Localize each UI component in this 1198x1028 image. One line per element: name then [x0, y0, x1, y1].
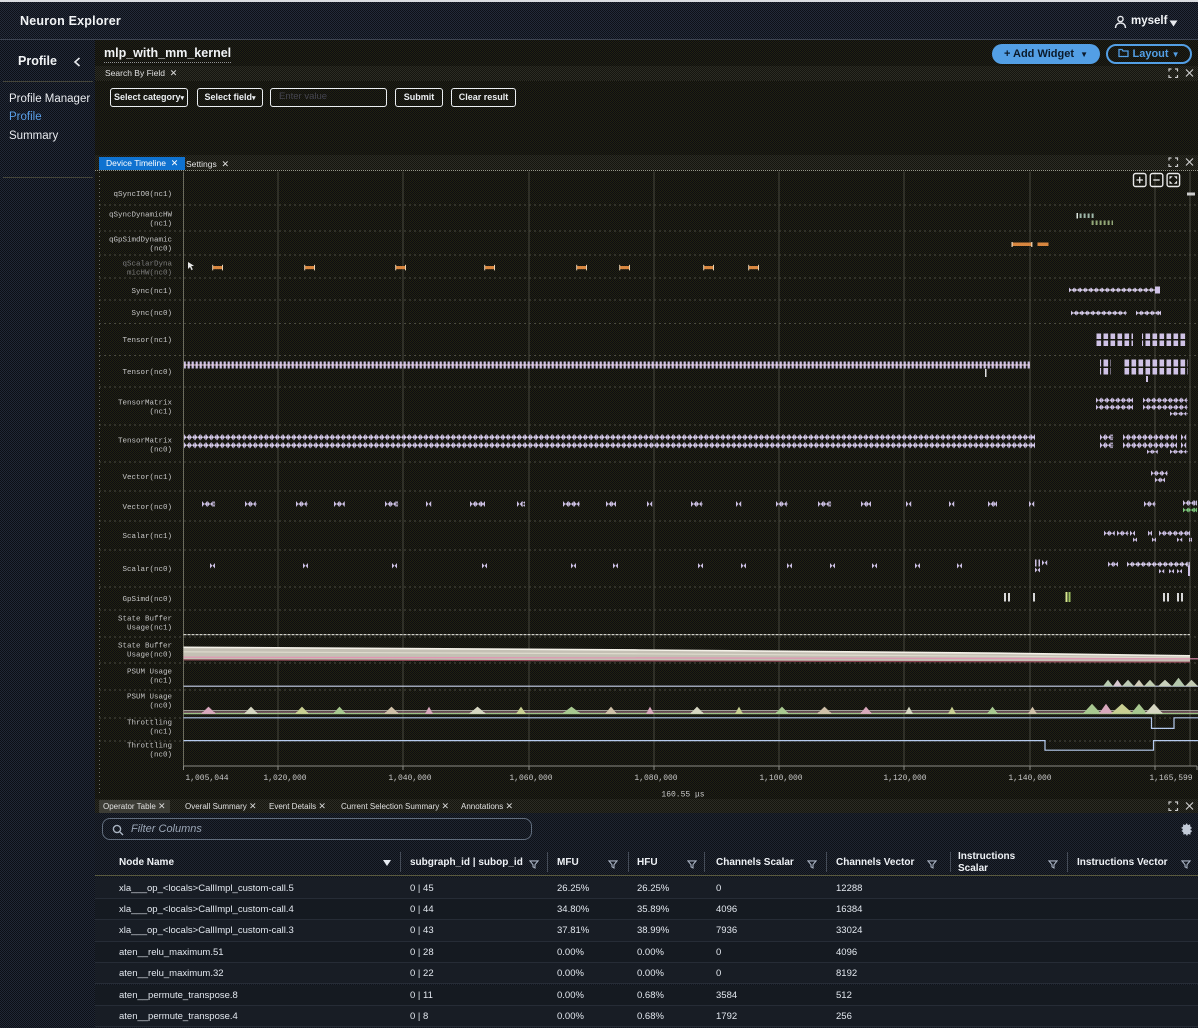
svg-text:Sync(nc0): Sync(nc0)	[131, 310, 172, 318]
svg-text:PSUM Usage: PSUM Usage	[127, 669, 172, 677]
svg-text:qSyncIO0(nc1): qSyncIO0(nc1)	[113, 191, 172, 199]
svg-text:Throttling: Throttling	[127, 743, 172, 751]
svg-text:Tensor(nc1): Tensor(nc1)	[122, 337, 172, 345]
svg-text:1,080,000: 1,080,000	[634, 774, 677, 783]
svg-text:1,020,000: 1,020,000	[263, 774, 306, 783]
svg-text:qSyncDynamicHW: qSyncDynamicHW	[109, 212, 173, 220]
svg-text:micHW(nc0): micHW(nc0)	[127, 270, 172, 278]
svg-text:State Buffer: State Buffer	[118, 643, 172, 651]
svg-text:Tensor(nc0): Tensor(nc0)	[122, 369, 172, 377]
svg-text:1,100,000: 1,100,000	[759, 774, 802, 783]
svg-text:1,040,000: 1,040,000	[388, 774, 431, 783]
svg-text:PSUM Usage: PSUM Usage	[127, 694, 172, 702]
svg-text:State Buffer: State Buffer	[118, 616, 172, 624]
svg-text:Vector(nc0): Vector(nc0)	[122, 504, 172, 512]
svg-text:Usage(nc0): Usage(nc0)	[127, 652, 172, 660]
svg-text:TensorMatrix: TensorMatrix	[118, 400, 173, 408]
svg-text:qGpSimdDynamic: qGpSimdDynamic	[109, 237, 172, 245]
svg-text:(nc0): (nc0)	[149, 447, 172, 455]
svg-text:Scalar(nc1): Scalar(nc1)	[122, 533, 172, 541]
svg-text:(nc1): (nc1)	[149, 729, 172, 737]
svg-text:1,060,000: 1,060,000	[509, 774, 552, 783]
svg-text:1,140,000: 1,140,000	[1008, 774, 1051, 783]
svg-text:Usage(nc1): Usage(nc1)	[127, 625, 172, 633]
svg-text:(nc1): (nc1)	[149, 409, 172, 417]
svg-text:Sync(nc1): Sync(nc1)	[131, 288, 172, 296]
svg-text:(nc1): (nc1)	[149, 678, 172, 686]
svg-text:1,165,599: 1,165,599	[1149, 774, 1192, 783]
svg-text:(nc0): (nc0)	[149, 752, 172, 760]
svg-text:(nc1): (nc1)	[149, 221, 172, 229]
svg-text:Throttling: Throttling	[127, 720, 172, 728]
svg-text:GpSimd(nc0): GpSimd(nc0)	[122, 596, 172, 604]
svg-text:TensorMatrix: TensorMatrix	[118, 438, 173, 446]
svg-text:Scalar(nc0): Scalar(nc0)	[122, 566, 172, 574]
svg-text:qScalarDyna: qScalarDyna	[122, 261, 172, 269]
svg-text:(nc0): (nc0)	[149, 246, 172, 254]
svg-text:(nc0): (nc0)	[149, 703, 172, 711]
svg-text:1,120,000: 1,120,000	[883, 774, 926, 783]
svg-text:Vector(nc1): Vector(nc1)	[122, 474, 172, 482]
svg-text:1,005,044: 1,005,044	[185, 774, 228, 783]
